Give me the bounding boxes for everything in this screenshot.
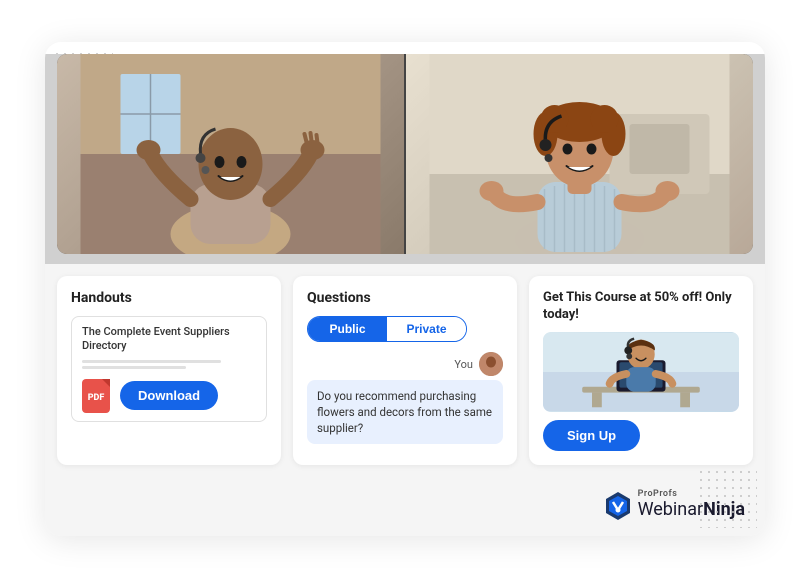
course-image <box>543 332 739 412</box>
user-avatar <box>479 352 503 376</box>
handouts-title: Handouts <box>71 290 267 306</box>
you-label: You <box>454 358 473 371</box>
panels-row: Handouts The Complete Event Suppliers Di… <box>45 264 765 481</box>
webinarninja-logo-icon <box>602 490 630 518</box>
handout-item: The Complete Event Suppliers Directory P… <box>71 316 267 422</box>
handout-lines <box>82 360 256 369</box>
question-bubble: Do you recommend purchasing flowers and … <box>307 380 503 444</box>
tab-public[interactable]: Public <box>308 317 387 341</box>
footer: ProProfs WebinarNinja <box>45 481 765 536</box>
question-text: Do you recommend purchasing flowers and … <box>317 389 492 435</box>
handout-line-1 <box>82 360 221 363</box>
main-container: Handouts The Complete Event Suppliers Di… <box>45 42 765 536</box>
questions-panel: Questions Public Private You Do you reco… <box>293 276 517 465</box>
questions-tabs: Public Private <box>307 316 467 342</box>
video-container <box>57 54 753 254</box>
course-panel: Get This Course at 50% off! Only today! <box>529 276 753 465</box>
download-button[interactable]: Download <box>120 381 218 410</box>
video-person-left <box>57 54 406 254</box>
handout-doc-title: The Complete Event Suppliers Directory <box>82 325 256 354</box>
webinar-text: Webinar <box>638 499 704 520</box>
handouts-panel: Handouts The Complete Event Suppliers Di… <box>57 276 281 465</box>
handout-line-2 <box>82 366 186 369</box>
pdf-icon: PDF <box>82 379 110 413</box>
questions-title: Questions <box>307 290 503 306</box>
question-user-row: You <box>307 352 503 376</box>
decorative-dots-br <box>697 468 757 528</box>
tab-private[interactable]: Private <box>387 317 466 341</box>
video-person-right <box>406 54 753 254</box>
handout-actions: PDF Download <box>82 379 256 413</box>
signup-button[interactable]: Sign Up <box>543 420 640 451</box>
course-title: Get This Course at 50% off! Only today! <box>543 290 739 324</box>
video-section <box>45 54 765 264</box>
